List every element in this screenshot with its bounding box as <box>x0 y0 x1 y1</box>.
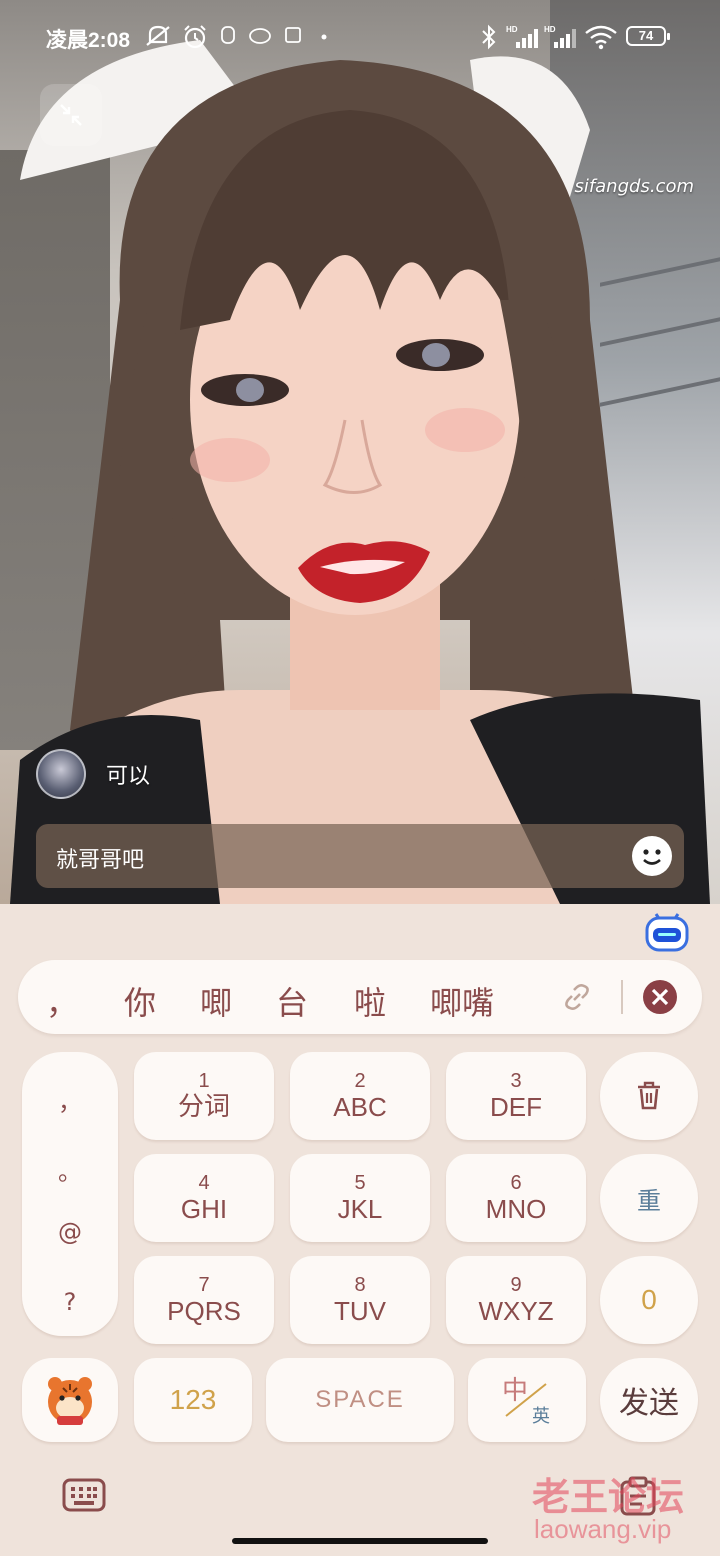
battery-icon: 74 <box>626 26 670 46</box>
key-letters: TUV <box>334 1296 386 1326</box>
key-6[interactable]: 6 MNO <box>446 1154 586 1242</box>
key-number: 8 <box>354 1274 366 1296</box>
key-letters: GHI <box>180 1194 228 1224</box>
link-icon[interactable] <box>560 980 594 1014</box>
key-5[interactable]: 5 JKL <box>290 1154 430 1242</box>
candidate-item[interactable]: 台 <box>276 978 308 1024</box>
punctuation-key[interactable]: 。 <box>22 1152 118 1187</box>
key-9[interactable]: 9 WXYZ <box>446 1256 586 1344</box>
send-key[interactable]: 发送 <box>600 1358 698 1442</box>
dot-icon <box>321 34 327 40</box>
status-bar: 凌晨2:08 HD HD 74 <box>0 16 720 56</box>
trash-icon <box>638 1081 660 1110</box>
key-number: 9 <box>510 1274 522 1296</box>
home-indicator[interactable] <box>232 1538 488 1544</box>
language-switch-key[interactable]: 中 英 <box>468 1358 586 1442</box>
brand-watermark: 老王论坛 <box>532 1475 685 1519</box>
ai-assistant-icon[interactable] <box>644 908 690 954</box>
cloud-icon <box>249 28 271 44</box>
key-letters: MNO <box>485 1194 547 1224</box>
key-number: 7 <box>198 1274 210 1296</box>
key-letters: WXYZ <box>478 1296 554 1326</box>
candidate-item[interactable]: 唧 <box>200 978 232 1024</box>
key-number: 4 <box>198 1172 210 1194</box>
key-letters: PQRS <box>167 1296 241 1326</box>
punctuation-key[interactable]: ， <box>22 1082 118 1117</box>
key-number: 6 <box>510 1172 522 1194</box>
minimize-button[interactable] <box>40 84 102 146</box>
candidate-item[interactable]: 你 <box>124 978 156 1024</box>
candidate-bar: ， 你 唧 台 啦 唧嘴 <box>18 960 702 1034</box>
wifi-icon <box>585 25 617 50</box>
key-letters: 分词 <box>177 1092 230 1122</box>
retype-label: 重 <box>637 1186 661 1215</box>
candidate-item[interactable]: 啦 <box>354 978 386 1024</box>
signal-hd-2-icon: HD <box>544 25 576 48</box>
media-icon <box>285 27 301 43</box>
svg-text:HD: HD <box>506 25 518 34</box>
tiger-sticker-icon <box>48 1377 92 1425</box>
zero-label: 0 <box>641 1284 657 1315</box>
alarm-icon <box>184 25 206 49</box>
retype-key[interactable]: 重 <box>600 1154 698 1242</box>
number-mode-key[interactable]: 123 <box>134 1358 252 1442</box>
emoji-icon[interactable] <box>632 836 672 876</box>
space-label: SPACE <box>315 1386 405 1413</box>
key-2[interactable]: 2 ABC <box>290 1052 430 1140</box>
key-letters: DEF <box>490 1092 542 1122</box>
key-4[interactable]: 4 GHI <box>134 1154 274 1242</box>
svg-text:HD: HD <box>544 25 556 34</box>
close-icon[interactable] <box>642 979 678 1015</box>
punctuation-key[interactable]: @ <box>22 1218 118 1246</box>
punctuation-list[interactable]: ， 。 @ ? <box>22 1052 118 1336</box>
key-number: 1 <box>198 1070 210 1092</box>
zero-key[interactable]: 0 <box>600 1256 698 1344</box>
keyboard-icon[interactable] <box>62 1476 106 1514</box>
key-number: 5 <box>354 1172 366 1194</box>
send-label: 发送 <box>619 1386 679 1421</box>
lang-en-label: 英 <box>532 1406 550 1427</box>
site-watermark: sifangds.com <box>574 176 694 197</box>
key-1[interactable]: 1 分词 <box>134 1052 274 1140</box>
key-number: 2 <box>354 1070 366 1092</box>
number-mode-label: 123 <box>169 1384 217 1415</box>
chat-message: 可以 <box>36 746 150 802</box>
key-letters: JKL <box>337 1194 383 1224</box>
avatar[interactable] <box>36 749 86 799</box>
sticker-key[interactable] <box>22 1358 118 1442</box>
minimize-icon <box>60 104 82 126</box>
comment-input[interactable]: 就哥哥吧 <box>36 824 684 888</box>
key-8[interactable]: 8 TUV <box>290 1256 430 1344</box>
chat-message-text: 可以 <box>106 764 151 789</box>
key-letters: ABC <box>333 1092 387 1122</box>
comment-input-value: 就哥哥吧 <box>56 848 145 873</box>
signal-hd-1-icon: HD <box>506 25 538 48</box>
space-key[interactable]: SPACE <box>266 1358 454 1442</box>
brand-url-watermark: laowang.vip <box>534 1514 672 1544</box>
punctuation-key[interactable]: ? <box>22 1288 118 1316</box>
ime-keyboard: ， 你 唧 台 啦 唧嘴 ， 。 @ ? 1 分词 2 ABC 3 DEF 4 … <box>0 904 720 1556</box>
delete-key[interactable] <box>600 1052 698 1140</box>
status-time: 凌晨2:08 <box>46 29 131 52</box>
key-7[interactable]: 7 PQRS <box>134 1256 274 1344</box>
key-number: 3 <box>510 1070 522 1092</box>
bluetooth-icon <box>482 24 496 50</box>
key-3[interactable]: 3 DEF <box>446 1052 586 1140</box>
mute-icon <box>146 25 170 46</box>
candidate-item[interactable]: 唧嘴 <box>430 978 494 1024</box>
app-notification-icon <box>221 26 235 44</box>
divider <box>621 980 623 1014</box>
candidate-item[interactable]: ， <box>46 978 78 1024</box>
